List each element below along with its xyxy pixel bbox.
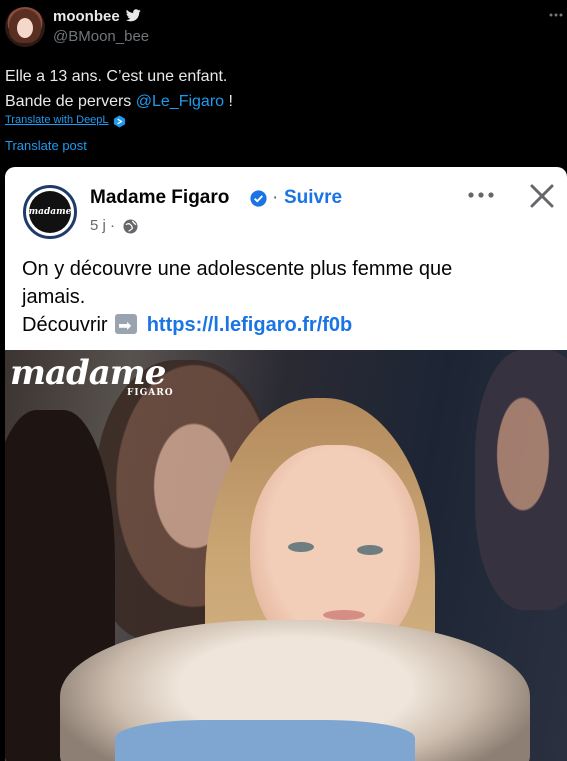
more-dots-icon[interactable]: [549, 8, 563, 22]
close-icon: [530, 184, 554, 208]
display-name[interactable]: moonbee: [53, 8, 120, 25]
tweet-text-line2: Bande de pervers @Le_Figaro !: [5, 89, 555, 114]
girl-lips: [323, 610, 365, 620]
post-link: https://l.lefigaro.fr/f0b: [146, 314, 353, 336]
post-cta: Découvrir https://l.lefigaro.fr/f0b: [22, 311, 552, 341]
translate-deepl-link[interactable]: Translate with DeepL: [5, 114, 109, 126]
tweet-text-suffix: !: [224, 93, 233, 110]
more-dots-icon: [468, 192, 494, 198]
post-text-line2: jamais.: [22, 286, 86, 308]
photo-watermark-sub: FIGARO: [127, 388, 174, 398]
embedded-post-card[interactable]: madame Madame Figaro · Suivre 5 j · On y…: [5, 167, 567, 761]
post-text-line1: On y découvre une adolescente plus femme…: [22, 258, 453, 280]
background-person-right: [475, 350, 567, 610]
logo-text: madame: [29, 191, 71, 233]
translate-post-link[interactable]: Translate post: [5, 138, 87, 153]
handle[interactable]: @BMoon_bee: [53, 28, 149, 45]
girl-eye-left: [288, 542, 314, 552]
arrow-right-icon: [115, 313, 138, 341]
tweet-text: Elle a 13 ans. C’est une enfant. Bande d…: [5, 64, 555, 114]
madame-figaro-logo: madame: [23, 185, 77, 239]
verified-badge-icon: [250, 190, 267, 207]
cta-label: Découvrir: [22, 314, 108, 336]
bird-verified-icon: [126, 9, 141, 22]
girl-eye-right: [357, 545, 383, 555]
tweet-text-prefix: Bande de pervers: [5, 93, 136, 110]
page-name: Madame Figaro: [90, 187, 230, 208]
mention-link[interactable]: @Le_Figaro: [136, 93, 224, 110]
post-time: 5 j ·: [90, 217, 116, 234]
follow-separator: ·: [272, 187, 279, 208]
jacket: [115, 720, 415, 761]
tweet-text-line1: Elle a 13 ans. C’est une enfant.: [5, 68, 228, 85]
post-text: On y découvre une adolescente plus femme…: [22, 255, 552, 341]
avatar[interactable]: [5, 7, 45, 47]
globe-icon: [123, 219, 138, 234]
photo-watermark: madame: [10, 353, 166, 393]
follow-button: Suivre: [284, 187, 343, 208]
deepl-icon: [113, 115, 126, 128]
post-photo: madame FIGARO: [5, 350, 567, 761]
